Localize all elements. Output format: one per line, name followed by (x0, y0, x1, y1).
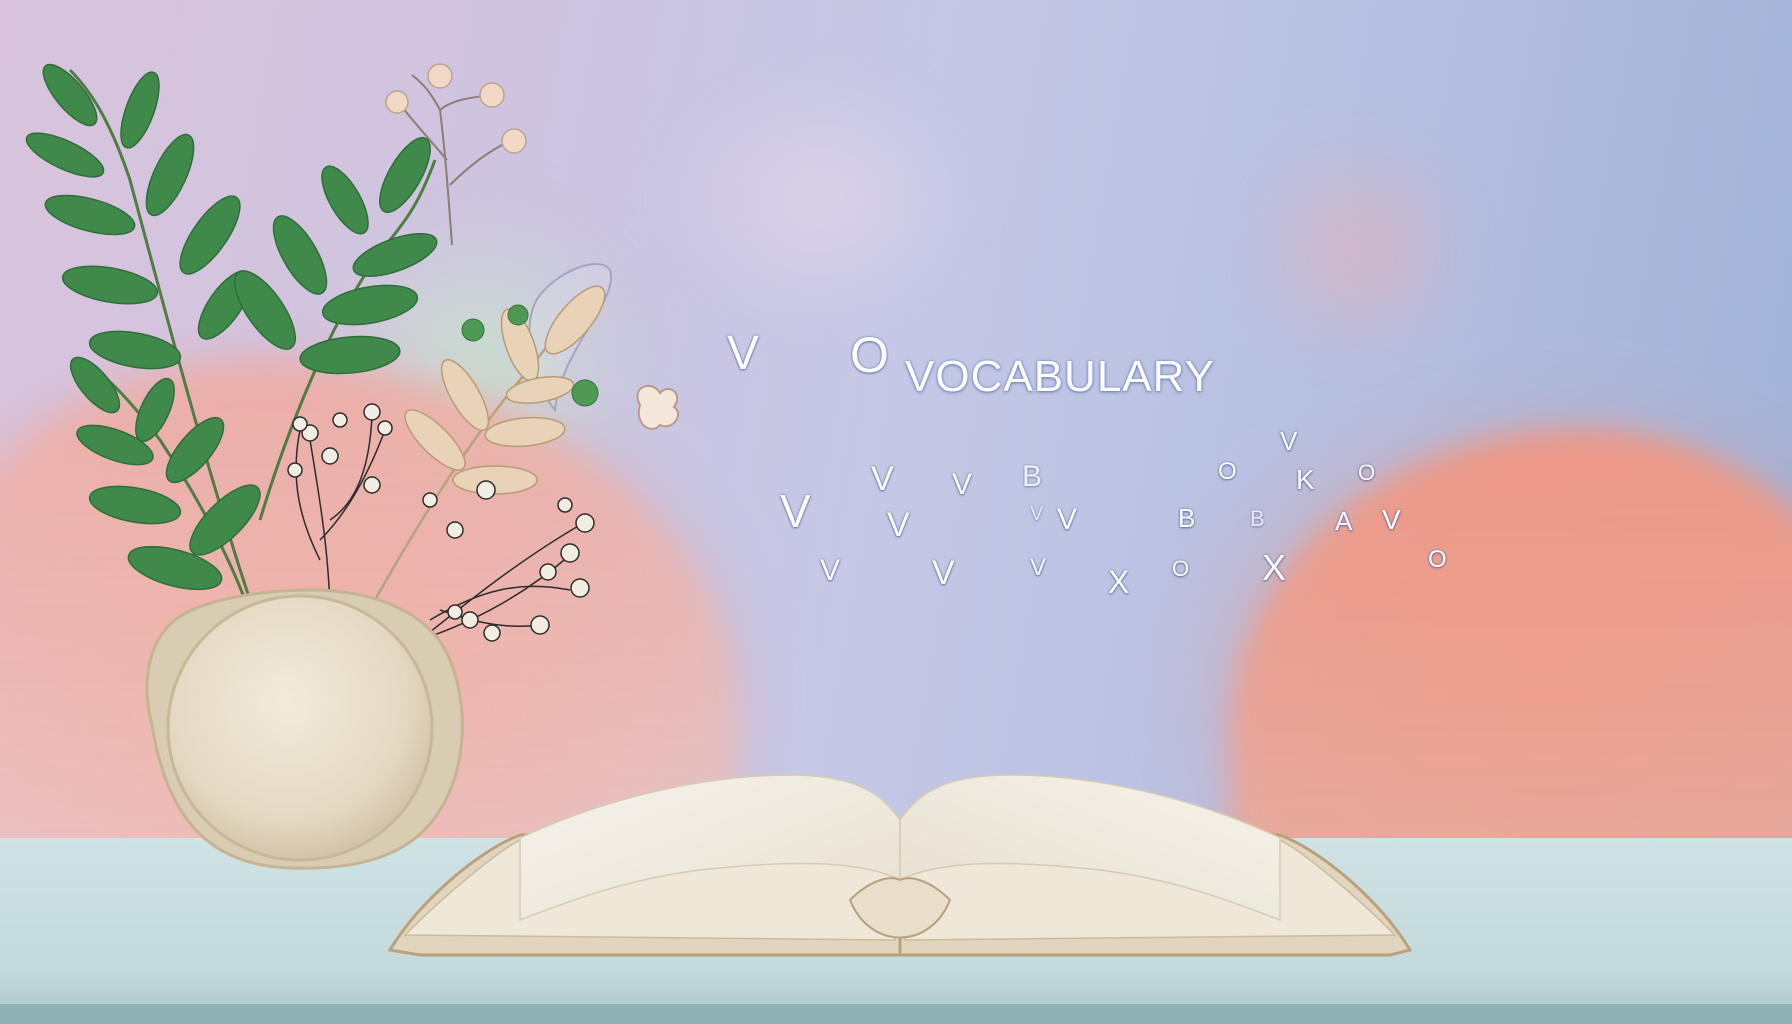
twig-buds (385, 63, 527, 154)
floating-letter: V (1030, 554, 1047, 581)
floating-letter: V (1057, 503, 1078, 536)
floating-letter: O (1358, 460, 1376, 485)
vase (145, 588, 464, 870)
open-book (387, 774, 1413, 957)
floating-letter: O (1172, 556, 1190, 581)
floating-letter: V (871, 460, 894, 498)
floating-letter: O (1428, 546, 1447, 573)
floating-letter: V (820, 554, 841, 587)
floating-letter: K (1296, 464, 1315, 495)
floating-letter: V (1030, 503, 1044, 525)
floating-letter: V (887, 506, 910, 544)
floating-letter: V (952, 468, 973, 501)
fern-leaves (25, 63, 438, 591)
floating-letter: O (1218, 458, 1237, 485)
floating-letter: B (1250, 506, 1265, 531)
floating-letter: A (1335, 506, 1353, 536)
floating-letter: X (1262, 547, 1287, 588)
illustration-scene: VOCABULARY V O V V V B V V V V V V B B O… (0, 0, 1792, 1024)
floating-letter: V (780, 485, 811, 537)
floating-letter: V (1382, 504, 1401, 535)
floating-letter: B (1178, 503, 1196, 533)
floating-letter: O (850, 327, 889, 383)
rose-bud (636, 384, 679, 430)
floating-letter: V (1280, 426, 1298, 456)
vocabulary-title: VOCABULARY (905, 352, 1215, 401)
floating-letter: V (727, 327, 760, 380)
floating-letter: V (932, 554, 955, 592)
floating-letter: B (1022, 460, 1043, 493)
floating-letter: X (1108, 564, 1130, 600)
